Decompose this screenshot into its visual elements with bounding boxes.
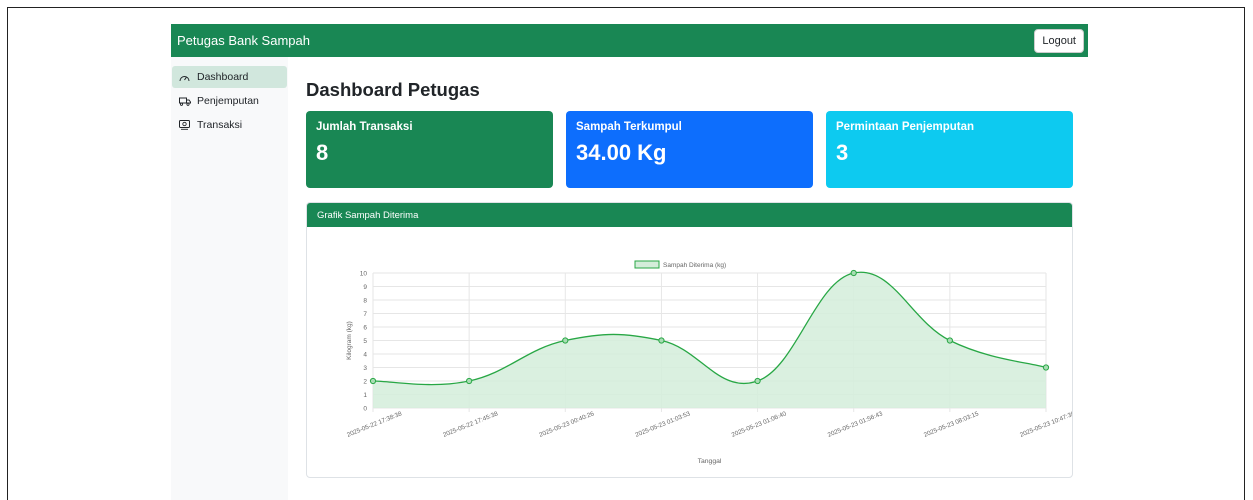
area-chart: 0 1 2 3 4 5 6 7 8 9 10 2025-05-22 17:38:38 2025-05-2… bbox=[346, 260, 1073, 465]
sidebar-item-transaksi[interactable]: Transaksi bbox=[172, 114, 287, 136]
receipt-icon bbox=[179, 120, 192, 130]
stat-card-sampah: Sampah Terkumpul 34.00 Kg bbox=[566, 111, 813, 188]
x-tick-label: 2025-05-23 10:47:38 bbox=[1019, 410, 1073, 439]
data-point bbox=[466, 377, 473, 385]
sidebar-item-label: Penjemputan bbox=[197, 95, 259, 107]
data-point bbox=[658, 337, 665, 344]
data-point bbox=[850, 269, 857, 277]
stat-label: Permintaan Penjemputan bbox=[836, 121, 975, 133]
y-axis-title: Kilogram (kg) bbox=[346, 321, 353, 360]
y-tick-label: 6 bbox=[363, 325, 367, 332]
sidebar-item-dashboard[interactable]: Dashboard bbox=[172, 66, 287, 88]
x-tick-label: 2025-05-23 08:03:15 bbox=[923, 410, 980, 439]
x-tick-label: 2025-05-22 17:38:38 bbox=[346, 410, 403, 439]
y-tick-label: 9 bbox=[363, 284, 367, 291]
y-tick-label: 7 bbox=[363, 311, 367, 318]
brand-title[interactable]: Petugas Bank Sampah bbox=[177, 33, 310, 48]
stat-card-penjemputan: Permintaan Penjemputan 3 bbox=[826, 111, 1073, 188]
stat-label: Jumlah Transaksi bbox=[316, 121, 413, 133]
data-point bbox=[1042, 364, 1050, 371]
stat-card-transaksi: Jumlah Transaksi 8 bbox=[306, 111, 553, 188]
page-title: Dashboard Petugas bbox=[306, 79, 480, 100]
stat-value: 8 bbox=[316, 140, 329, 165]
y-tick-label: 10 bbox=[360, 271, 368, 278]
y-tick-label: 2 bbox=[363, 379, 367, 386]
y-tick-label: 5 bbox=[363, 338, 367, 345]
top-navbar: Petugas Bank Sampah Logout bbox=[171, 24, 1088, 57]
x-tick-label: 2025-05-23 01:56:43 bbox=[827, 410, 884, 439]
stat-label: Sampah Terkumpul bbox=[576, 121, 682, 133]
stat-value: 34.00 Kg bbox=[576, 140, 667, 165]
chart-card: Grafik Sampah Diterima 0 1 2 3 4 5 6 7 8 9 10 2025-… bbox=[306, 202, 1073, 478]
logout-button[interactable]: Logout bbox=[1034, 28, 1084, 53]
legend-swatch bbox=[634, 260, 660, 269]
speedometer-icon bbox=[179, 73, 192, 82]
y-tick-label: 1 bbox=[363, 392, 367, 399]
sidebar-item-label: Dashboard bbox=[197, 71, 249, 83]
stat-value: 3 bbox=[836, 140, 849, 165]
legend-label: Sampah Diterima (kg) bbox=[663, 262, 726, 269]
sidebar: Dashboard Penjemputan Transaksi bbox=[171, 57, 288, 500]
sidebar-item-label: Transaksi bbox=[197, 119, 243, 131]
x-tick-label: 2025-05-22 17:45:38 bbox=[442, 410, 499, 439]
data-point bbox=[562, 337, 569, 344]
data-point bbox=[946, 337, 953, 344]
x-tick-label: 2025-05-23 01:03:53 bbox=[634, 410, 691, 439]
y-tick-label: 8 bbox=[363, 298, 367, 305]
data-point bbox=[369, 377, 377, 385]
sidebar-item-penjemputan[interactable]: Penjemputan bbox=[172, 90, 287, 112]
x-tick-label: 2025-05-23 00:40:26 bbox=[538, 410, 595, 439]
x-axis-title: Tanggal bbox=[698, 458, 722, 465]
chart-card-title: Grafik Sampah Diterima bbox=[307, 203, 1072, 227]
data-point bbox=[754, 377, 761, 385]
y-tick-label: 3 bbox=[363, 365, 367, 372]
truck-icon bbox=[179, 97, 192, 106]
x-tick-label: 2025-05-23 01:06:40 bbox=[731, 410, 788, 439]
y-tick-label: 4 bbox=[363, 352, 367, 359]
y-tick-label: 0 bbox=[363, 406, 367, 413]
